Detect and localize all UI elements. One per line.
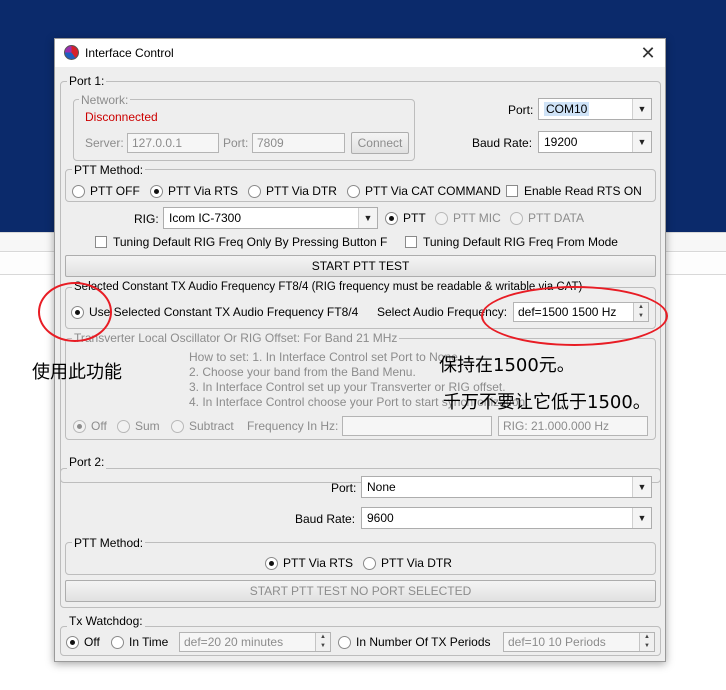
transverter-legend: Transverter Local Oscillator Or RIG Offs… bbox=[72, 331, 400, 345]
start-ptt-test-button[interactable]: START PTT TEST bbox=[65, 255, 656, 277]
network-port-input[interactable]: 7809 bbox=[252, 133, 345, 153]
interface-control-window: Interface Control ✕ Port 1: Network: Dis… bbox=[54, 38, 666, 662]
port1-port-select[interactable]: COM10 ▼ bbox=[538, 98, 652, 120]
port1-baud-value: 19200 bbox=[544, 135, 578, 149]
chevron-down-icon: ▼ bbox=[632, 99, 651, 119]
port2-legend: Port 2: bbox=[67, 455, 107, 469]
network-status: Disconnected bbox=[85, 110, 158, 124]
enable-rts-label: Enable Read RTS ON bbox=[524, 184, 642, 198]
rig-select[interactable]: Icom IC-7300 ▼ bbox=[163, 207, 378, 229]
chevron-down-icon: ▼ bbox=[632, 477, 651, 497]
port1-port-value: COM10 bbox=[544, 102, 590, 116]
port2-ptt-via-dtr-radio[interactable] bbox=[363, 557, 376, 570]
rig-ptt-label: PTT bbox=[403, 211, 426, 225]
port2-baud-select[interactable]: 9600 ▼ bbox=[361, 507, 652, 529]
tuning-button-f-label: Tuning Default RIG Freq Only By Pressing… bbox=[113, 235, 388, 249]
port1-legend: Port 1: bbox=[67, 74, 107, 88]
transverter-subtract-radio[interactable] bbox=[171, 420, 184, 433]
port2-ptt-via-rts-radio[interactable] bbox=[265, 557, 278, 570]
port1-baud-label: Baud Rate: bbox=[472, 136, 533, 150]
watchdog-time-spinner[interactable]: def=20 20 minutes ▲ ▼ bbox=[179, 632, 331, 652]
title-bar: Interface Control ✕ bbox=[55, 39, 665, 67]
port2-ptt-method-group bbox=[65, 542, 656, 575]
transverter-off-label: Off bbox=[91, 419, 107, 433]
connect-button[interactable]: Connect bbox=[351, 132, 409, 154]
audio-frequency-value: def=1500 1500 Hz bbox=[518, 305, 617, 319]
port2-start-ptt-test-button[interactable]: START PTT TEST NO PORT SELECTED bbox=[65, 580, 656, 602]
ptt-via-dtr-radio[interactable] bbox=[248, 185, 261, 198]
how-to-line-2: 2. Choose your band from the Band Menu. bbox=[189, 365, 416, 379]
rig-value: Icom IC-7300 bbox=[169, 211, 242, 225]
transverter-sum-label: Sum bbox=[135, 419, 160, 433]
audio-frequency-legend: Selected Constant TX Audio Frequency FT8… bbox=[72, 281, 585, 293]
port2-baud-value: 9600 bbox=[367, 511, 394, 525]
rig-ptt-mic-label: PTT MIC bbox=[453, 211, 501, 225]
watchdog-in-time-label: In Time bbox=[129, 635, 169, 649]
watchdog-off-label: Off bbox=[84, 635, 100, 649]
watchdog-off-radio[interactable] bbox=[66, 636, 79, 649]
ptt-off-label: PTT OFF bbox=[90, 184, 140, 198]
chevron-down-icon: ▼ bbox=[632, 508, 651, 528]
window-title: Interface Control bbox=[85, 46, 174, 60]
annotation-not-below-1500: 千万不要让它低于1500。 bbox=[443, 392, 651, 413]
watchdog-periods-radio[interactable] bbox=[338, 636, 351, 649]
enable-rts-checkbox[interactable] bbox=[506, 185, 518, 197]
use-constant-audio-label: Use Selected Constant TX Audio Frequency… bbox=[89, 305, 359, 319]
port1-port-label: Port: bbox=[508, 103, 534, 117]
annotation-keep-1500: 保持在1500元。 bbox=[439, 355, 575, 376]
spinner-arrows-icon[interactable]: ▲ ▼ bbox=[633, 303, 648, 321]
transverter-off-radio[interactable] bbox=[73, 420, 86, 433]
spinner-arrows-icon[interactable]: ▲ ▼ bbox=[315, 633, 330, 651]
frequency-hz-label: Frequency In Hz: bbox=[247, 419, 339, 433]
watchdog-periods-label: In Number Of TX Periods bbox=[356, 635, 491, 649]
how-to-line-1: How to set: 1. In Interface Control set … bbox=[189, 350, 462, 364]
port2-port-select[interactable]: None ▼ bbox=[361, 476, 652, 498]
rig-frequency-display: RIG: 21.000.000 Hz bbox=[498, 416, 648, 436]
annotation-use-feature: 使用此功能 bbox=[32, 362, 122, 383]
network-port-label: Port: bbox=[223, 136, 249, 150]
watchdog-time-value: def=20 20 minutes bbox=[184, 635, 284, 649]
rig-ptt-radio[interactable] bbox=[385, 212, 398, 225]
audio-frequency-spinner[interactable]: def=1500 1500 Hz ▲ ▼ bbox=[513, 302, 649, 322]
rig-label: RIG: bbox=[134, 212, 159, 226]
select-audio-label: Select Audio Frequency: bbox=[377, 305, 508, 319]
ptt-method-legend: PTT Method: bbox=[72, 163, 146, 177]
transverter-subtract-label: Subtract bbox=[189, 419, 234, 433]
server-label: Server: bbox=[85, 136, 124, 150]
ptt-via-cat-label: PTT Via CAT COMMAND bbox=[365, 184, 501, 198]
rig-ptt-data-radio[interactable] bbox=[510, 212, 523, 225]
transverter-sum-radio[interactable] bbox=[117, 420, 130, 433]
rig-ptt-data-label: PTT DATA bbox=[528, 211, 585, 225]
port2-ptt-method-legend: PTT Method: bbox=[72, 536, 146, 550]
ptt-via-rts-label: PTT Via RTS bbox=[168, 184, 239, 198]
port2-ptt-via-rts-label: PTT Via RTS bbox=[283, 556, 354, 570]
frequency-hz-input[interactable] bbox=[342, 416, 492, 436]
network-legend: Network: bbox=[79, 93, 131, 107]
chevron-down-icon: ▼ bbox=[358, 208, 377, 228]
ptt-off-radio[interactable] bbox=[72, 185, 85, 198]
ptt-via-rts-radio[interactable] bbox=[150, 185, 163, 198]
watchdog-legend: Tx Watchdog: bbox=[67, 614, 145, 628]
port2-port-value: None bbox=[367, 480, 396, 494]
tuning-button-f-checkbox[interactable] bbox=[95, 236, 107, 248]
chevron-down-icon: ▼ bbox=[632, 132, 651, 152]
port2-ptt-via-dtr-label: PTT Via DTR bbox=[381, 556, 452, 570]
rig-ptt-mic-radio[interactable] bbox=[435, 212, 448, 225]
watchdog-in-time-radio[interactable] bbox=[111, 636, 124, 649]
ptt-via-dtr-label: PTT Via DTR bbox=[266, 184, 337, 198]
app-icon bbox=[64, 45, 79, 60]
ptt-via-cat-radio[interactable] bbox=[347, 185, 360, 198]
tuning-from-mode-label: Tuning Default RIG Freq From Mode bbox=[423, 235, 618, 249]
watchdog-periods-value: def=10 10 Periods bbox=[508, 635, 606, 649]
port1-baud-select[interactable]: 19200 ▼ bbox=[538, 131, 652, 153]
port2-baud-label: Baud Rate: bbox=[295, 512, 356, 526]
server-input[interactable]: 127.0.0.1 bbox=[127, 133, 219, 153]
tuning-from-mode-checkbox[interactable] bbox=[405, 236, 417, 248]
watchdog-periods-spinner[interactable]: def=10 10 Periods ▲ ▼ bbox=[503, 632, 655, 652]
use-constant-audio-radio[interactable] bbox=[71, 306, 84, 319]
close-icon[interactable]: ✕ bbox=[637, 42, 659, 64]
spinner-arrows-icon[interactable]: ▲ ▼ bbox=[639, 633, 654, 651]
port2-port-label: Port: bbox=[331, 481, 357, 495]
